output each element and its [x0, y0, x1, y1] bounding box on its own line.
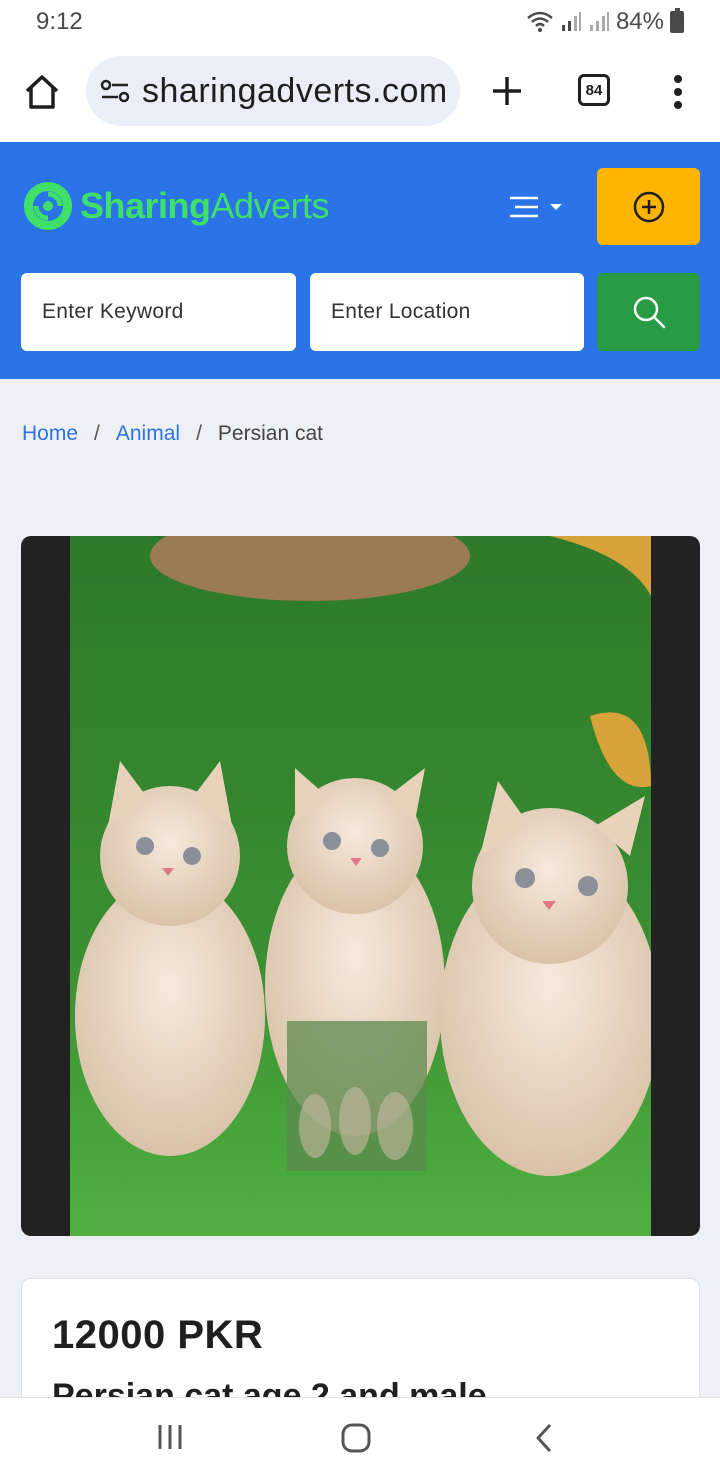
- url-text: sharingadverts.com: [142, 71, 448, 110]
- location-input[interactable]: Enter Location: [310, 273, 584, 351]
- keyword-input[interactable]: Enter Keyword: [21, 273, 296, 351]
- signal-icon: [561, 12, 581, 31]
- new-tab-icon[interactable]: [490, 74, 524, 108]
- site-settings-icon[interactable]: [100, 79, 130, 103]
- logo-icon: [24, 182, 72, 230]
- menu-icon: [510, 196, 538, 218]
- breadcrumb-separator: /: [196, 422, 202, 445]
- recent-apps-icon[interactable]: [156, 1422, 184, 1452]
- wifi-icon: [527, 11, 553, 32]
- listing-photo[interactable]: [70, 536, 651, 1236]
- logo-text-bold: Sharing: [80, 185, 211, 226]
- caret-down-icon: [550, 204, 562, 210]
- search-button[interactable]: [597, 273, 700, 351]
- breadcrumb: Home / Animal / Persian cat: [22, 422, 323, 446]
- logo-text: SharingAdverts: [80, 185, 330, 227]
- breadcrumb-current: Persian cat: [217, 422, 323, 445]
- tab-count: 84: [585, 81, 603, 99]
- keyword-placeholder: Enter Keyword: [42, 300, 184, 323]
- add-circle-icon: [633, 191, 664, 222]
- breadcrumb-category[interactable]: Animal: [116, 422, 180, 446]
- status-time: 9:12: [36, 8, 83, 35]
- post-ad-button[interactable]: [597, 168, 700, 245]
- site-header: SharingAdverts Enter Keyword Enter Locat…: [0, 142, 720, 379]
- status-bar: 9:12 84%: [0, 0, 720, 44]
- battery-icon: [670, 8, 684, 33]
- system-nav-bar: [0, 1397, 720, 1480]
- breadcrumb-home[interactable]: Home: [22, 422, 78, 446]
- listing-price: 12000 PKR: [52, 1313, 264, 1357]
- tab-switcher-icon[interactable]: 84: [578, 74, 610, 106]
- address-bar[interactable]: sharingadverts.com: [86, 56, 460, 126]
- signal-icon: [589, 12, 609, 31]
- browser-toolbar: sharingadverts.com 84: [0, 44, 720, 142]
- listing-gallery[interactable]: [21, 536, 700, 1236]
- status-icons: 84%: [526, 8, 684, 36]
- home-icon[interactable]: [340, 1422, 372, 1454]
- battery-level: 84%: [615, 8, 664, 35]
- category-menu-button[interactable]: [508, 194, 572, 220]
- search-icon: [633, 296, 665, 329]
- site-logo[interactable]: SharingAdverts: [22, 172, 330, 240]
- logo-text-light: Adverts: [210, 185, 330, 226]
- back-icon[interactable]: [532, 1422, 556, 1454]
- location-placeholder: Enter Location: [331, 300, 471, 323]
- home-icon[interactable]: [22, 72, 62, 112]
- more-vert-icon[interactable]: [664, 72, 692, 112]
- breadcrumb-separator: /: [94, 422, 100, 445]
